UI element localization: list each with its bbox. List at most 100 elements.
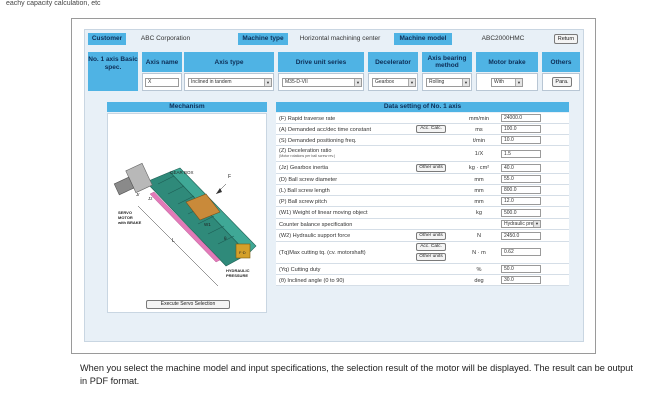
chevron-down-icon: ▼ bbox=[354, 79, 361, 86]
chevron-down-icon: ▼ bbox=[533, 221, 540, 227]
bearing-cell: Rolling ▼ bbox=[422, 73, 472, 91]
col-decelerator-header: Decelerator bbox=[368, 52, 418, 72]
machine-type-label: Machine type bbox=[238, 33, 288, 45]
machine-model-value: ABC2000HMC bbox=[481, 35, 525, 42]
motor-brake-value: With bbox=[494, 79, 504, 85]
other-units-button[interactable]: Other units bbox=[416, 232, 446, 240]
setting-value-input[interactable]: 0.62 bbox=[501, 248, 541, 256]
header-row: Customer ABC Corporation Machine type Ho… bbox=[88, 33, 580, 45]
f-label: F bbox=[228, 174, 231, 180]
setting-unit: kg · cm² bbox=[468, 165, 490, 171]
decelerator-value: Gearbox bbox=[375, 79, 395, 85]
servo-motor-label: SERVO MOTOR with BRAKE bbox=[117, 210, 142, 225]
return-button[interactable]: Return bbox=[554, 34, 578, 44]
setting-row: (Jz) Gearbox inertia Other units kg · cm… bbox=[276, 162, 569, 174]
setting-label: (W2) Hydraulic support force bbox=[279, 233, 351, 239]
setting-unit: N · m bbox=[472, 250, 486, 256]
chevron-down-icon: ▼ bbox=[515, 79, 522, 86]
other-units-button[interactable]: Other units bbox=[416, 164, 446, 172]
setting-label: Counter balance specification bbox=[279, 222, 353, 228]
motor-brake-cell: With ▼ bbox=[476, 73, 538, 91]
col-axis-name-header: Axis name bbox=[142, 52, 182, 72]
setting-label: (A) Demanded acc/dec time constant bbox=[279, 127, 372, 133]
others-cell: Para. bbox=[542, 73, 580, 91]
setting-value-input[interactable]: 10.0 bbox=[501, 136, 541, 144]
setting-row: Counter balance specification Hydraulic … bbox=[276, 219, 569, 230]
axis-name-cell: X bbox=[142, 73, 182, 91]
jr-label: Jr bbox=[136, 192, 140, 197]
decelerator-cell: Gearbox ▼ bbox=[368, 73, 418, 91]
top-note: eachy capacity calculation, etc bbox=[6, 0, 101, 7]
acc-calc-button[interactable]: Acc. Calc. bbox=[416, 243, 446, 251]
setting-label: (θ) Inclined angle (0 to 90) bbox=[279, 278, 345, 284]
acc-calc-button[interactable]: Acc. Calc. bbox=[416, 125, 446, 133]
col-others-header: Others bbox=[542, 52, 580, 72]
setting-value-input[interactable]: 24000.0 bbox=[501, 114, 541, 122]
bearing-select[interactable]: Rolling ▼ bbox=[426, 78, 470, 87]
setting-label: (D) Ball screw diameter bbox=[279, 177, 338, 183]
l-label: L bbox=[172, 238, 175, 244]
deceleration-sublabel: (Motor rotations per ball screw rev.) bbox=[279, 154, 336, 158]
setting-row: (θ) Inclined angle (0 to 90) deg 30.0 bbox=[276, 275, 569, 286]
setting-unit: mm/min bbox=[469, 116, 489, 122]
setting-label: (Z) Deceleration ratio (Motor rotations p… bbox=[279, 148, 335, 159]
setting-row: (P) Ball screw pitch mm 12.0 bbox=[276, 196, 569, 207]
axis-type-cell: Inclined in tandem ▼ bbox=[184, 73, 274, 91]
col-drive-unit-header: Drive unit series bbox=[278, 52, 364, 72]
chevron-down-icon: ▼ bbox=[264, 79, 271, 86]
setting-row: (Yq) Cutting duty % 50.0 bbox=[276, 264, 569, 275]
para-button[interactable]: Para. bbox=[552, 77, 572, 87]
execute-servo-selection-button[interactable]: Execute Servo Selection bbox=[146, 300, 230, 309]
setting-value-input[interactable]: 500.0 bbox=[501, 209, 541, 217]
mechanism-diagram: GEAR BOX SERVO MOTOR with BRAKE HYDRAULIC P… bbox=[107, 113, 267, 313]
setting-row: (W1) Weight of linear moving object kg 5… bbox=[276, 207, 569, 219]
setting-unit: ms bbox=[475, 127, 483, 133]
other-units-button[interactable]: Other units bbox=[416, 253, 446, 261]
chevron-down-icon: ▼ bbox=[462, 79, 469, 86]
setting-unit: mm bbox=[474, 199, 484, 205]
w1-label: W1 bbox=[204, 222, 211, 227]
setting-value-input[interactable]: 1.5 bbox=[501, 150, 541, 158]
drive-unit-value: M35-D-VII bbox=[285, 79, 308, 85]
gear-box-label: GEAR BOX bbox=[170, 170, 194, 175]
setting-row: (A) Demanded acc/dec time constant Acc. … bbox=[276, 124, 569, 135]
basic-spec-label: No. 1 axis Basic spec. bbox=[88, 52, 138, 91]
setting-unit: mm bbox=[474, 177, 484, 183]
axis-type-select[interactable]: Inclined in tandem ▼ bbox=[188, 78, 272, 87]
setting-unit: mm bbox=[474, 188, 484, 194]
mechanism-illustration: GEAR BOX SERVO MOTOR with BRAKE HYDRAULIC P… bbox=[113, 162, 257, 287]
setting-unit: 1/X bbox=[474, 151, 484, 157]
customer-value: ABC Corporation bbox=[140, 35, 191, 42]
setting-row: (S) Demanded positioning freq. t/min 10.… bbox=[276, 135, 569, 146]
machine-model-label: Machine model bbox=[394, 33, 452, 45]
hydraulic-label: HYDRAULIC PRESSURE bbox=[226, 268, 250, 278]
setting-row: (W2) Hydraulic support force Other units… bbox=[276, 230, 569, 242]
motor-brake-select[interactable]: With ▼ bbox=[491, 78, 523, 87]
jz-label: Jz bbox=[148, 196, 153, 201]
setting-value-input[interactable]: 2450.0 bbox=[501, 232, 541, 240]
axis-name-input[interactable]: X bbox=[145, 78, 179, 87]
caption-text: When you select the machine model and in… bbox=[80, 363, 633, 386]
setting-label: (W1) Weight of linear moving object bbox=[279, 210, 368, 216]
setting-label: (L) Ball screw length bbox=[279, 188, 330, 194]
setting-value-input[interactable]: 12.0 bbox=[501, 197, 541, 205]
setting-value-input[interactable]: 30.0 bbox=[501, 276, 541, 284]
setting-value-input[interactable]: 100.0 bbox=[501, 125, 541, 133]
setting-label: (F) Rapid traverse rate bbox=[279, 116, 336, 122]
setting-row: (Tq)Max cutting tq. (cv. motorshaft) Acc… bbox=[276, 242, 569, 264]
drive-unit-select[interactable]: M35-D-VII ▼ bbox=[282, 78, 362, 87]
setting-label: (Tq)Max cutting tq. (cv. motorshaft) bbox=[279, 250, 366, 256]
chevron-down-icon: ▼ bbox=[408, 79, 415, 86]
setting-value-input[interactable]: 40.0 bbox=[501, 164, 541, 172]
setting-row: (D) Ball screw diameter mm 55.0 bbox=[276, 174, 569, 185]
customer-label: Customer bbox=[88, 33, 126, 45]
setting-value-input[interactable]: 55.0 bbox=[501, 175, 541, 183]
setting-label: (S) Demanded positioning freq. bbox=[279, 138, 357, 144]
setting-label: (Yq) Cutting duty bbox=[279, 267, 321, 273]
decelerator-select[interactable]: Gearbox ▼ bbox=[372, 78, 416, 87]
setting-label: (Jz) Gearbox inertia bbox=[279, 165, 329, 171]
setting-row: (L) Ball screw length mm 800.0 bbox=[276, 185, 569, 196]
setting-value-input[interactable]: 800.0 bbox=[501, 186, 541, 194]
counter-balance-select[interactable]: Hydraulic pres. ▼ bbox=[501, 220, 541, 228]
setting-value-input[interactable]: 50.0 bbox=[501, 265, 541, 273]
